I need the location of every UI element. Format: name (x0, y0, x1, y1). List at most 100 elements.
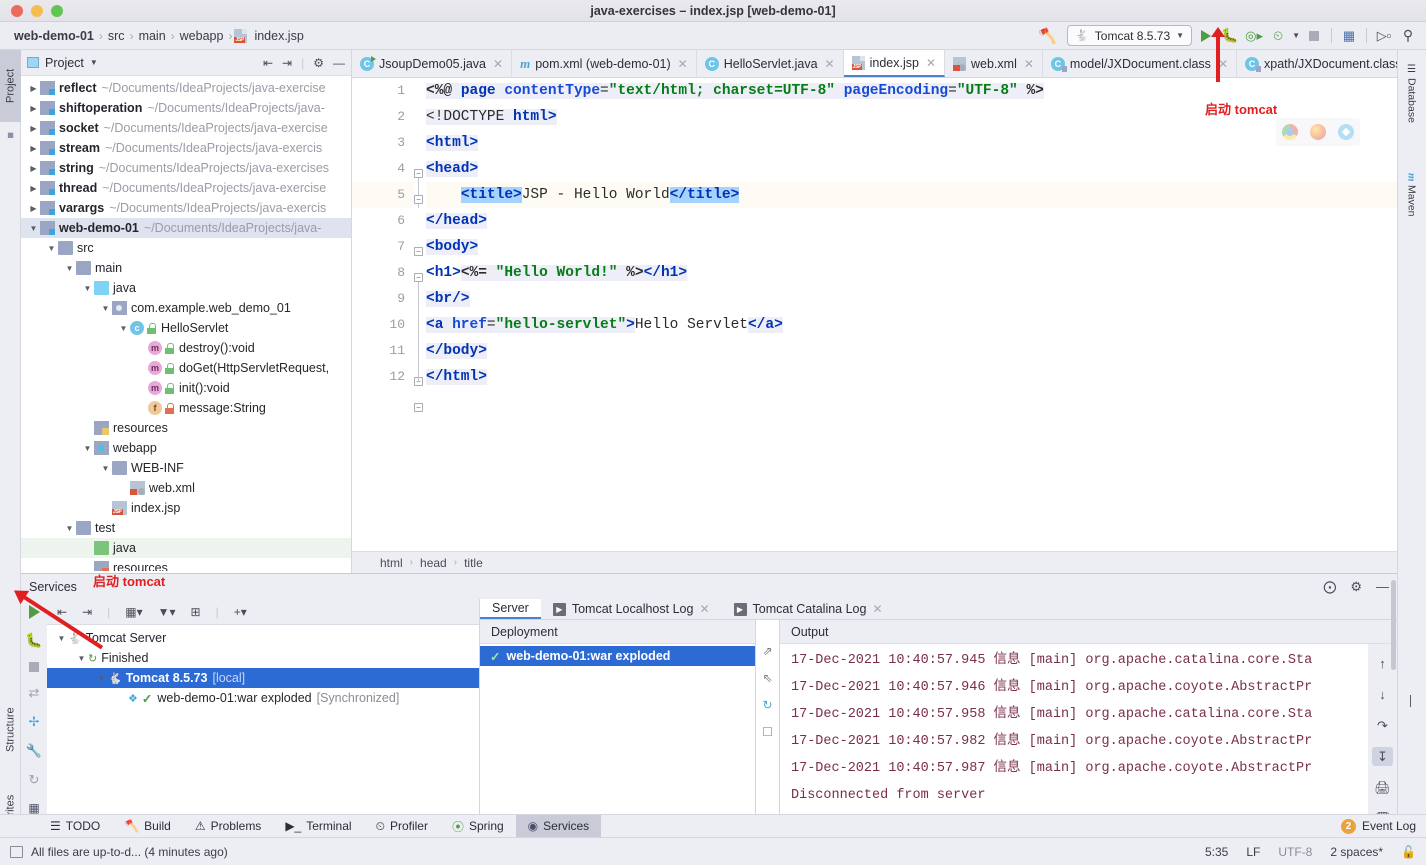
sidebar-item-structure[interactable]: Structure (0, 690, 21, 770)
services-tree-toolbar[interactable]: ⇤ ⇥ | ▦▾ ▼▾ ⊞ | +▾ (47, 599, 479, 625)
close-tab-icon[interactable]: ✕ (825, 57, 835, 71)
redeploy-icon[interactable]: ↻ (762, 698, 772, 712)
tree-node[interactable]: ▶ socket ~/Documents/IdeaProjects/java-exe… (21, 118, 351, 138)
editor-tab-strip[interactable]: C JsoupDemo05.java ✕ m pom.xml (web-demo… (352, 50, 1397, 78)
tree-node[interactable]: m doGet(HttpServletRequest, (21, 358, 351, 378)
chevron-down-icon[interactable]: ▼ (81, 284, 94, 293)
close-tab-icon[interactable]: ✕ (493, 57, 503, 71)
breadcrumb-item-src[interactable]: src (105, 29, 128, 43)
hide-right-panel-icon[interactable]: — (1397, 690, 1426, 712)
stop-button[interactable] (29, 662, 39, 672)
firefox-icon[interactable] (1310, 124, 1326, 140)
sidebar-item-project[interactable]: Project (0, 50, 21, 122)
browser-preview-bar[interactable] (1276, 118, 1360, 146)
services-tree-node[interactable]: ▼ 🐇 Tomcat 8.5.73 [local] (47, 668, 479, 688)
tree-node[interactable]: ▶ varargs ~/Documents/IdeaProjects/java-ex… (21, 198, 351, 218)
tree-node[interactable]: ▼ com.example.web_demo_01 (21, 298, 351, 318)
output-scrollbar[interactable] (1391, 580, 1396, 670)
services-tree-node[interactable]: ▼ 🐇 Tomcat Server (47, 628, 479, 648)
chevron-right-icon[interactable]: ▶ (27, 164, 40, 173)
chevron-down-icon[interactable]: ▼ (95, 674, 108, 683)
tree-node[interactable]: ▼ src (21, 238, 351, 258)
tool-window-services[interactable]: ◉ Services (515, 814, 602, 838)
chevron-down-icon[interactable]: ▼ (63, 524, 76, 533)
help-icon[interactable]: ⨀ (1323, 579, 1336, 595)
project-tree[interactable]: ▶ reflect ~/Documents/IdeaProjects/java-ex… (21, 76, 351, 571)
chevron-right-icon[interactable]: ▶ (27, 104, 40, 113)
run-with-coverage-button[interactable]: ◎▸ (1244, 25, 1264, 46)
tree-node[interactable]: resources (21, 418, 351, 438)
tool-window-problems[interactable]: ⚠ Problems (183, 815, 273, 838)
minimize-window-icon[interactable] (31, 4, 43, 17)
editor-breadcrumb-title[interactable]: title (464, 556, 483, 570)
chrome-icon[interactable] (1282, 124, 1298, 140)
redeploy-icon[interactable]: ⇄ (29, 685, 40, 701)
expand-all-icon[interactable]: ⇤ (263, 56, 273, 70)
undeploy-icon[interactable]: ⇖ (762, 671, 772, 685)
tab-tomcat-catalina-log[interactable]: ▶ Tomcat Catalina Log ✕ (722, 599, 895, 619)
file-encoding[interactable]: UTF-8 (1278, 845, 1312, 859)
tree-node[interactable]: ▼ c HelloServlet (21, 318, 351, 338)
group-by-icon[interactable]: ▦▾ (125, 605, 142, 619)
search-everywhere-button[interactable]: ⚲ (1398, 25, 1418, 46)
services-tree[interactable]: ▼ 🐇 Tomcat Server ▼ ↻ Finished ▼ 🐇 Tomcat 8.5.73… (47, 625, 479, 708)
tool-window-bar[interactable]: ☰ TODO 🪓 Build ⚠ Problems ▶_ Terminal ⏲ … (0, 814, 1426, 838)
sidebar-item-database[interactable]: ☰ Database (1397, 54, 1426, 132)
sidebar-item-maven[interactable]: m Maven (1397, 160, 1426, 230)
tree-node[interactable]: ▶ shiftoperation ~/Documents/IdeaProjects/… (21, 98, 351, 118)
tab-pom-xml[interactable]: m pom.xml (web-demo-01) ✕ (512, 50, 697, 77)
editor-breadcrumb-html[interactable]: html (380, 556, 403, 570)
layout-icon[interactable]: ▦ (28, 801, 39, 815)
fold-marker-head[interactable]: − (414, 195, 423, 204)
safari-icon[interactable] (1338, 124, 1354, 140)
close-tab-icon[interactable]: ✕ (926, 56, 936, 70)
chevron-down-icon[interactable]: ▼ (90, 58, 98, 67)
indent-setting[interactable]: 2 spaces* (1330, 845, 1383, 859)
tab-tomcat-localhost-log[interactable]: ▶ Tomcat Localhost Log ✕ (541, 599, 722, 619)
tree-node[interactable]: web.xml (21, 478, 351, 498)
scroll-to-end-icon[interactable]: ↧ (1372, 747, 1393, 766)
gear-icon[interactable]: ⚙ (313, 56, 324, 70)
scroll-down-icon[interactable]: ↓ (1372, 685, 1393, 704)
chevron-down-icon[interactable]: ▼ (1292, 31, 1300, 40)
zoom-window-icon[interactable] (51, 4, 63, 17)
toggle-tool-windows-icon[interactable] (10, 845, 23, 858)
deployment-list[interactable]: ✓ web-demo-01:war exploded (480, 644, 755, 828)
tree-node[interactable]: ▼ web-demo-01 ~/Documents/IdeaProjects/jav… (21, 218, 351, 238)
tab-jsoupdemo05[interactable]: C JsoupDemo05.java ✕ (352, 50, 513, 77)
settings-wrench-icon[interactable]: 🔧 (26, 743, 42, 759)
services-tab-strip[interactable]: Server ▶ Tomcat Localhost Log ✕ ▶ Tomcat… (480, 599, 1397, 620)
output-console[interactable]: 17-Dec-2021 10:40:57.945 信息 [main] org.a… (780, 644, 1368, 828)
chevron-down-icon[interactable]: ▼ (99, 464, 112, 473)
scroll-up-icon[interactable]: ↑ (1372, 654, 1393, 673)
show-deployment-icon[interactable]: ☐ (762, 725, 773, 739)
chevron-down-icon[interactable]: ▼ (27, 224, 40, 233)
print-icon[interactable]: 🖨 (1372, 778, 1393, 797)
tool-window-profiler[interactable]: ⏲ Profiler (364, 815, 440, 838)
services-side-toolbar[interactable]: 🐛 ⇄ ✢ 🔧 ↻ ▦ (21, 599, 47, 828)
run-configuration-selector[interactable]: 🐇 Tomcat 8.5.73 ▼ (1067, 25, 1193, 46)
collapse-all-icon[interactable]: ⇥ (82, 605, 92, 619)
filter-icon[interactable]: ▼▾ (158, 605, 176, 619)
editor-breadcrumb-head[interactable]: head (420, 556, 447, 570)
breadcrumb-item-webapp[interactable]: webapp (177, 29, 227, 43)
fold-gutter[interactable]: − − − − − − (414, 78, 426, 551)
tab-helloservlet[interactable]: C HelloServlet.java ✕ (697, 50, 844, 77)
code-editor[interactable]: 123456789101112 − − − − − − <%@ page con… (352, 78, 1397, 551)
tree-node[interactable]: resources (21, 558, 351, 571)
tree-node[interactable]: ▼ java (21, 278, 351, 298)
tree-node[interactable]: ▶ string ~/Documents/IdeaProjects/java-exe… (21, 158, 351, 178)
debug-button[interactable]: 🐛 (25, 632, 42, 649)
tree-node[interactable]: m init():void (21, 378, 351, 398)
tree-node[interactable]: ▶ reflect ~/Documents/IdeaProjects/java-ex… (21, 78, 351, 98)
update-app-icon[interactable]: ✢ (29, 714, 40, 730)
editor-breadcrumb[interactable]: html › head › title (352, 551, 1397, 573)
chevron-right-icon[interactable]: ▶ (27, 84, 40, 93)
tree-node[interactable]: ▶ thread ~/Documents/IdeaProjects/java-exe… (21, 178, 351, 198)
chevron-down-icon[interactable]: ▼ (55, 634, 68, 643)
chevron-right-icon[interactable]: ▶ (27, 144, 40, 153)
deployment-side-toolbar[interactable]: ⇗ ⇖ ↻ ☐ (756, 620, 780, 828)
tree-node[interactable]: ▼ WEB-INF (21, 458, 351, 478)
refresh-icon[interactable]: ↻ (29, 772, 40, 788)
fold-marker-body[interactable]: − (414, 273, 423, 282)
